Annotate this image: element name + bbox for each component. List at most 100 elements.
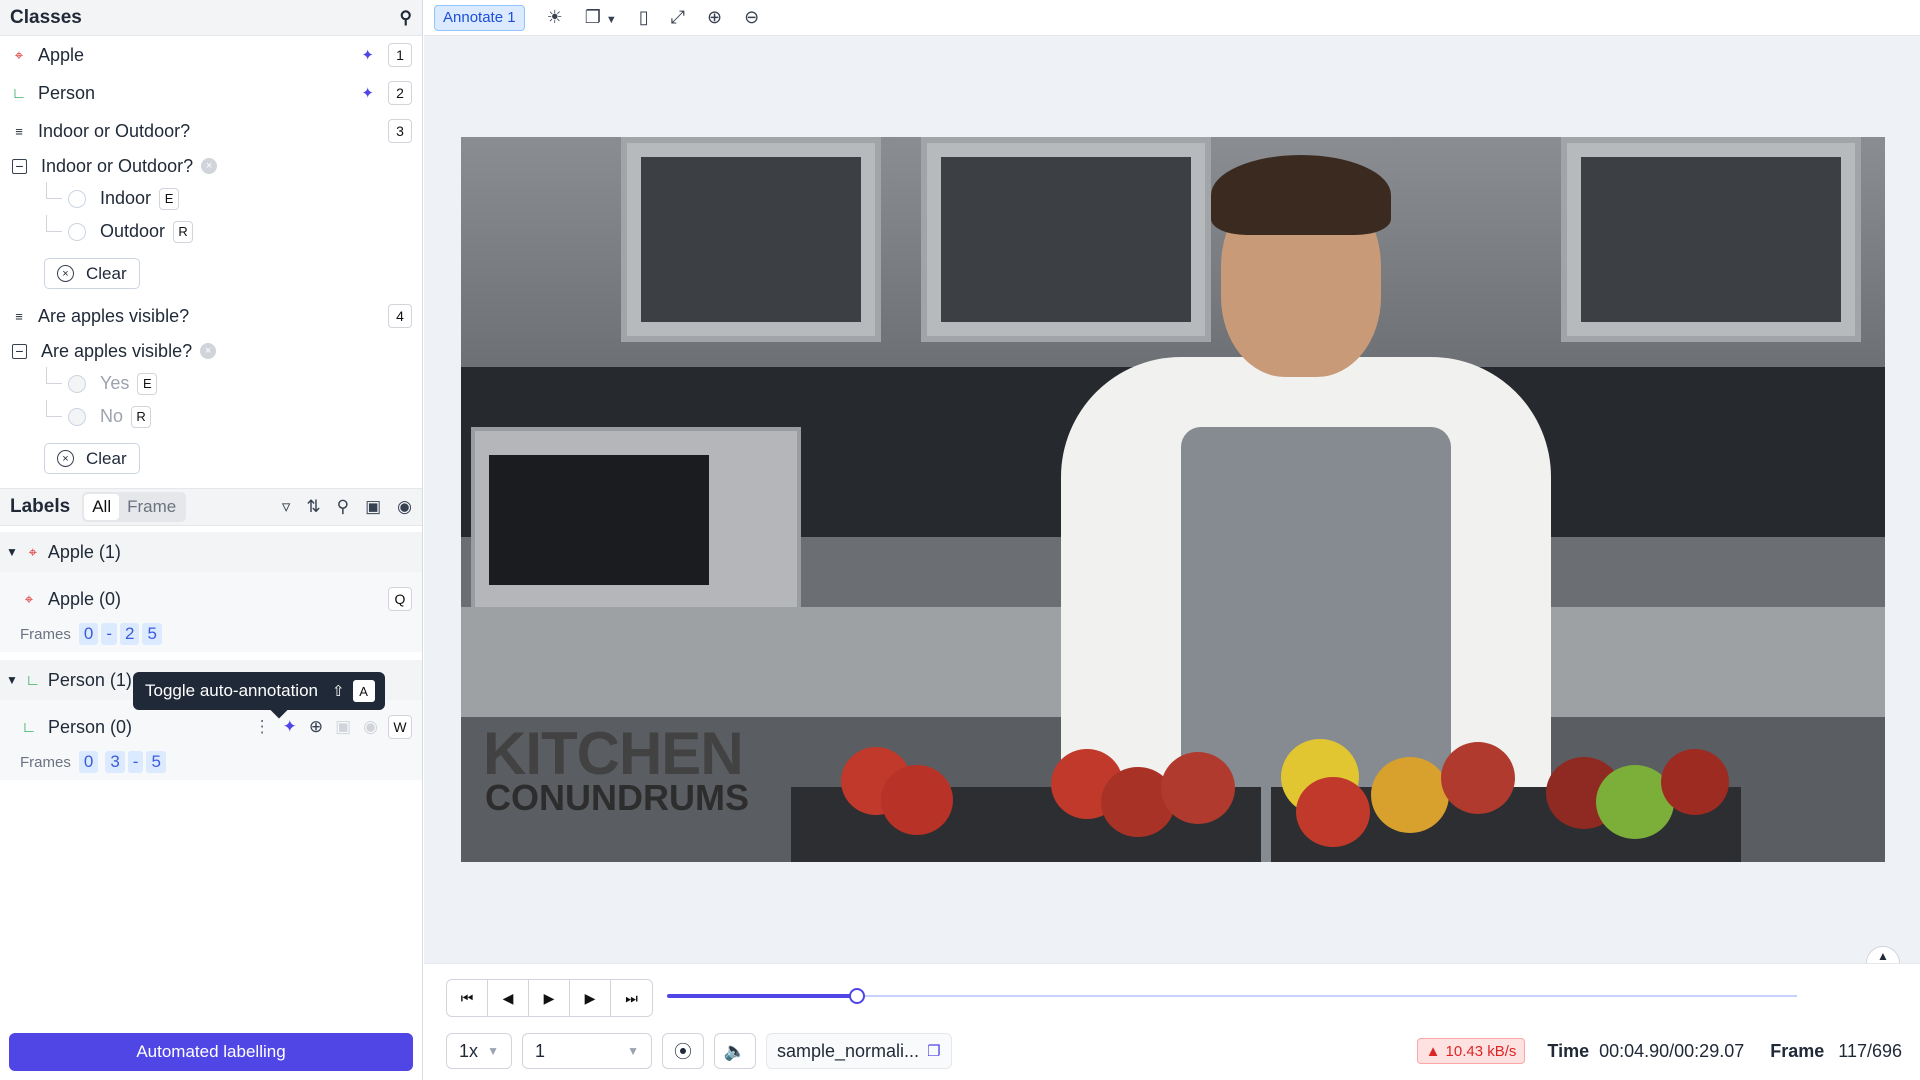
frame-chip[interactable]: 5 [146, 751, 166, 773]
player-controls: ⏮ ◀ ▶ ▶ ⏭ 1x ▼ 1 ▼ ⦿ 🔈 sample_normali...… [424, 963, 1920, 1080]
radio-yes[interactable] [68, 374, 86, 393]
clear-selection-icon[interactable]: × [201, 158, 218, 174]
classification-indoor-outdoor[interactable]: ≡ Indoor or Outdoor? 3 [0, 112, 422, 150]
hotkey-badge: 3 [388, 119, 412, 143]
next-frame-icon[interactable]: ▶ [570, 980, 611, 1016]
timeline-track[interactable] [667, 994, 1797, 998]
timeline-thumb[interactable] [848, 988, 865, 1004]
sort-icon[interactable]: ⇅ [306, 497, 320, 517]
frame-chip[interactable]: 0 [78, 623, 99, 645]
zoom-out-icon[interactable]: ⊖ [744, 7, 759, 28]
classification-label: Indoor or Outdoor? [38, 120, 191, 141]
caret-down-icon[interactable]: ▼ [6, 545, 18, 559]
frame-step-select[interactable]: 1 ▼ [522, 1033, 652, 1069]
zoom-in-icon[interactable]: ⊕ [707, 7, 722, 28]
annotate-button[interactable]: Annotate 1 [434, 4, 525, 31]
bounding-box-icon: ⌖ [28, 543, 38, 561]
filter-icon[interactable]: ▿ [282, 497, 291, 517]
magic-wand-icon[interactable]: ✦ [361, 84, 374, 102]
eye-icon[interactable]: ◉ [397, 497, 412, 517]
eye-icon[interactable]: ◉ [363, 717, 378, 737]
label-instance-apple[interactable]: ⌖ Apple (0) Q Frames 0 - 2 5 [0, 572, 422, 652]
video-apple [1296, 777, 1370, 847]
compass-button[interactable]: ⦿ [662, 1033, 704, 1069]
classification-expanded-indoor-outdoor[interactable]: − Indoor or Outdoor? × [0, 150, 422, 182]
hierarchy-icon: ≡ [15, 308, 23, 324]
frame-chip[interactable]: 0 [78, 751, 99, 773]
layers-icon[interactable]: ❐ ▼ [585, 7, 617, 28]
previous-frame-icon[interactable]: ◀ [488, 980, 529, 1016]
option-no[interactable]: No R [0, 400, 422, 433]
automated-labelling-button[interactable]: Automated labelling [9, 1033, 413, 1071]
classification-expanded-label: Indoor or Outdoor? [41, 155, 194, 176]
classification-apples-visible[interactable]: ≡ Are apples visible? 4 [0, 297, 422, 335]
player-bottom-row: 1x ▼ 1 ▼ ⦿ 🔈 sample_normali... ❐ ▲ 10.43… [446, 1032, 1920, 1070]
add-circle-icon[interactable]: ⊕ [309, 717, 323, 737]
labels-title: Labels [10, 496, 71, 517]
tree-connector [46, 182, 62, 199]
speed-select[interactable]: 1x ▼ [446, 1033, 512, 1069]
brightness-icon[interactable]: ☀ [547, 7, 563, 28]
magic-wand-icon[interactable]: ✦ [361, 46, 374, 64]
caret-down-icon[interactable]: ▼ [6, 673, 18, 687]
unlock-icon[interactable]: ▣ [365, 497, 381, 517]
clear-selection-icon[interactable]: × [200, 343, 217, 359]
frame-chip[interactable]: 3 [105, 751, 125, 773]
filename: sample_normali... [777, 1040, 920, 1061]
class-item-person[interactable]: ∟ Person ✦ 2 [0, 74, 422, 112]
hotkey-badge: R [131, 405, 152, 428]
video-frame[interactable]: KITCHEN CONUNDRUMS [461, 137, 1885, 862]
instance-label: Person (0) [48, 716, 133, 737]
option-outdoor[interactable]: Outdoor R [0, 215, 422, 248]
tooltip: Toggle auto-annotation ⇧ A [133, 672, 385, 719]
search-icon[interactable]: ⚲ [400, 8, 412, 28]
hotkey-badge: E [137, 372, 158, 395]
classification-label: Are apples visible? [38, 305, 190, 326]
video-cabinet [921, 137, 1211, 342]
classification-expanded-apples-visible[interactable]: − Are apples visible? × [0, 335, 422, 367]
clear-icon: × [57, 450, 74, 467]
hotkey-badge: 2 [388, 81, 412, 105]
tab-all[interactable]: All [84, 494, 120, 520]
option-indoor[interactable]: Indoor E [0, 182, 422, 215]
group-label: Apple (1) [47, 541, 121, 562]
video-apple [881, 765, 953, 835]
magic-wand-icon[interactable]: ✦ [283, 717, 297, 737]
classes-header: Classes ⚲ [0, 0, 422, 36]
clear-button[interactable]: × Clear [44, 258, 140, 289]
clear-icon: × [57, 265, 74, 282]
fullscreen-icon[interactable]: ⤢ [671, 7, 685, 28]
collapse-icon[interactable]: − [12, 158, 27, 174]
label-group-apple[interactable]: ▼ ⌖ Apple (1) [0, 532, 422, 572]
unlock-icon[interactable]: ▣ [335, 717, 351, 737]
video-cabinet [621, 137, 881, 342]
comment-icon[interactable]: ▯ [639, 7, 649, 28]
play-icon[interactable]: ▶ [529, 980, 570, 1016]
radio-indoor[interactable] [68, 189, 86, 208]
frame-dash: - [127, 751, 144, 773]
radio-outdoor[interactable] [68, 222, 86, 241]
clear-label: Clear [86, 448, 127, 468]
copy-icon[interactable]: ❐ [927, 1042, 940, 1060]
group-label: Person (1) [47, 669, 132, 690]
clear-button[interactable]: × Clear [44, 443, 140, 474]
class-item-apple[interactable]: ⌖ Apple ✦ 1 [0, 36, 422, 74]
frames-range: Frames 0 3 - 5 [20, 748, 422, 776]
option-yes[interactable]: Yes E [0, 367, 422, 400]
volume-button[interactable]: 🔈 [714, 1033, 756, 1069]
skip-to-start-icon[interactable]: ⏮ [447, 980, 488, 1016]
video-apple [1441, 742, 1515, 814]
collapse-icon[interactable]: − [12, 343, 27, 359]
frame-chip[interactable]: 2 [119, 623, 140, 645]
time-value: 00:04.90/00:29.07 [1599, 1040, 1745, 1061]
video-cabinet [1561, 137, 1861, 342]
tab-frame[interactable]: Frame [119, 494, 184, 520]
skip-to-end-icon[interactable]: ⏭ [611, 980, 652, 1016]
video-person-hair [1211, 155, 1391, 235]
frames-label: Frames [20, 625, 71, 643]
radio-no[interactable] [68, 407, 86, 426]
frame-chip[interactable]: 5 [142, 623, 162, 645]
more-options-icon[interactable]: ⋮ [254, 717, 271, 737]
label-instance-person[interactable]: ∟ Person (0) ⋮ ✦ ⊕ ▣ ◉ W Frames 0 3 - 5 [0, 700, 422, 780]
search-icon[interactable]: ⚲ [337, 497, 349, 517]
